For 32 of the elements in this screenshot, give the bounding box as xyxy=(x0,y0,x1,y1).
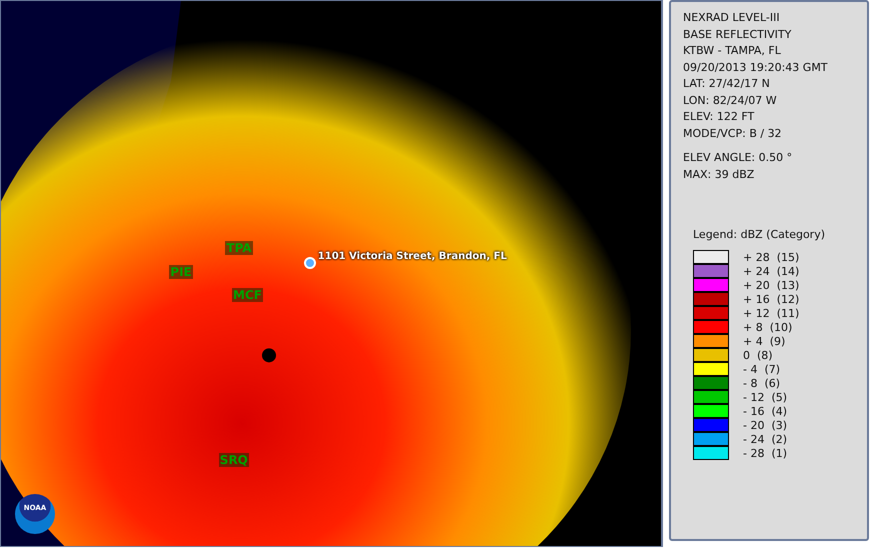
station-label: MCF xyxy=(232,288,263,302)
legend-label: - 16 (4) xyxy=(743,404,788,418)
legend-label: 0 (8) xyxy=(743,348,773,362)
legend-label: + 16 (12) xyxy=(743,292,800,306)
info-text: MAX: 39 dBZ xyxy=(683,166,756,182)
station-label: PIE xyxy=(169,265,193,280)
info-text: ELEV ANGLE: 0.50 ° xyxy=(683,150,794,166)
info-text: KTBW - TAMPA, FL xyxy=(683,43,782,59)
location-marker-icon xyxy=(304,256,316,269)
legend-label: - 20 (3) xyxy=(743,418,788,432)
info-text: LAT: 27/42/17 N xyxy=(683,76,771,92)
legend-label: + 24 (14) xyxy=(743,264,800,278)
legend-label: - 4 (7) xyxy=(743,362,780,376)
legend-label: - 12 (5) xyxy=(743,390,788,404)
station-label: TPA xyxy=(225,240,253,255)
station-label: SRQ xyxy=(218,453,249,468)
info-text: BASE REFLECTIVITY xyxy=(683,26,792,42)
legend-label: - 8 (6) xyxy=(743,376,780,390)
info-text: 09/20/2013 19:20:43 GMT xyxy=(683,60,829,76)
legend-label: - 28 (1) xyxy=(743,446,788,460)
address-label: 1101 Victoria Street, Brandon, FL xyxy=(318,250,507,263)
legend-label: + 28 (15) xyxy=(743,250,800,264)
info-text: ELEV: 122 FT xyxy=(683,109,756,125)
legend-label: + 12 (11) xyxy=(743,306,800,320)
info-text: LON: 82/24/07 W xyxy=(683,92,778,108)
legend-label: + 4 (9) xyxy=(743,334,786,348)
legend-label: + 20 (13) xyxy=(743,278,800,292)
info-text: MODE/VCP: B / 32 xyxy=(683,126,783,142)
legend-title: Legend: dBZ (Category) xyxy=(693,228,826,241)
legend-label: + 8 (10) xyxy=(743,320,792,334)
info-text: NEXRAD LEVEL-III xyxy=(683,10,781,26)
legend-label: - 24 (2) xyxy=(743,432,788,446)
